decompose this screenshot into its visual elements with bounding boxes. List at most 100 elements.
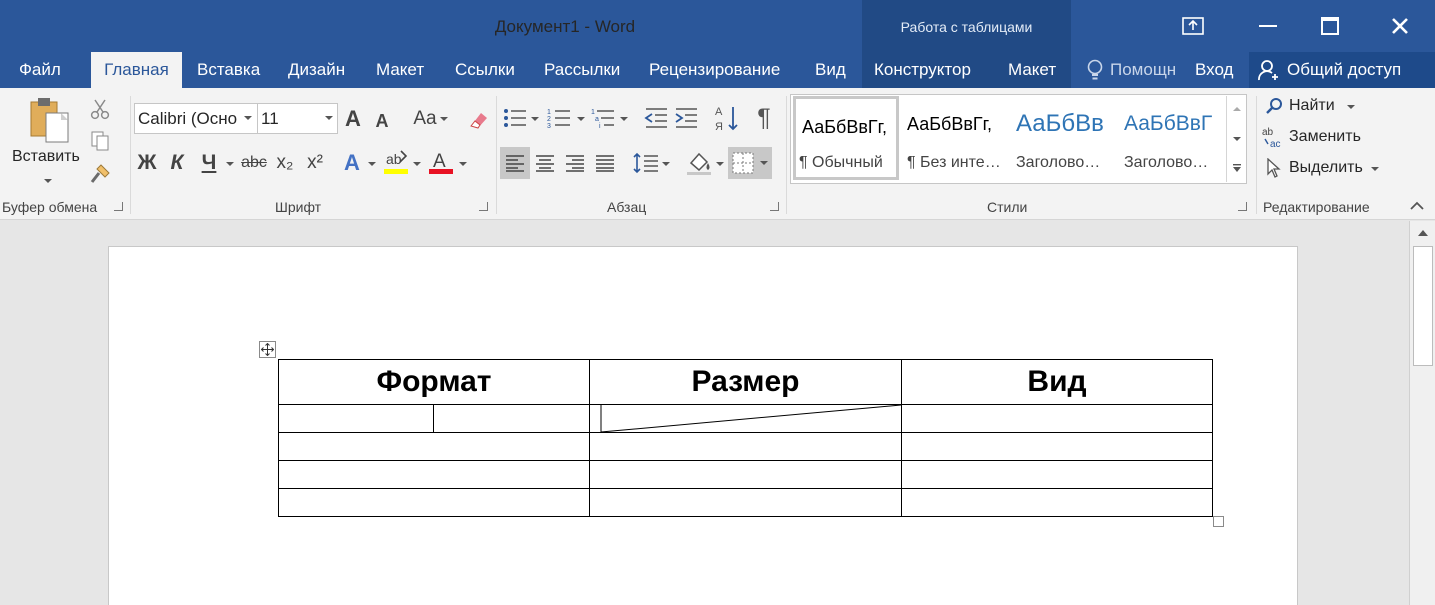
font-name-dropdown-icon[interactable] — [244, 116, 252, 120]
bullets-icon[interactable] — [502, 105, 528, 131]
highlight-dropdown-icon[interactable] — [413, 162, 421, 166]
table-cell[interactable] — [278, 404, 434, 433]
subscript-button[interactable]: x₂ — [272, 150, 298, 176]
text-effects-dropdown-icon[interactable] — [368, 162, 376, 166]
table-cell[interactable] — [901, 488, 1213, 517]
align-center-icon[interactable] — [532, 148, 558, 178]
font-name-box[interactable]: Calibri (Осно — [134, 103, 258, 134]
sort-icon[interactable]: АЯ — [715, 104, 739, 132]
table-resize-handle[interactable] — [1213, 516, 1224, 527]
bold-button[interactable]: Ж — [136, 150, 158, 176]
change-case-dropdown-icon[interactable] — [440, 117, 448, 121]
gallery-up-icon[interactable] — [1230, 102, 1244, 116]
highlight-icon[interactable]: ab — [383, 149, 409, 175]
paragraph-dialog-launcher[interactable] — [770, 202, 779, 211]
tab-review[interactable]: Рецензирование — [649, 52, 780, 88]
table-cell[interactable] — [589, 432, 902, 461]
gallery-more-icon[interactable] — [1230, 160, 1244, 176]
underline-dropdown-icon[interactable] — [226, 162, 234, 166]
tab-design[interactable]: Дизайн — [288, 52, 345, 88]
tell-me-search[interactable]: Помощн — [1087, 52, 1176, 88]
select-icon[interactable] — [1264, 157, 1284, 179]
text-effects-icon[interactable]: A — [340, 150, 364, 175]
select-dropdown-icon[interactable] — [1371, 167, 1379, 171]
tab-mailings[interactable]: Рассылки — [544, 52, 620, 88]
borders-button[interactable] — [728, 147, 772, 179]
replace-icon[interactable]: ab ac — [1262, 125, 1286, 149]
style-heading-2[interactable]: АаБбВвГ Заголово… — [1118, 96, 1224, 180]
style-heading-1[interactable]: АаБбВв Заголово… — [1010, 96, 1116, 180]
table-cell[interactable] — [901, 404, 1213, 433]
document-table[interactable]: Формат Размер Вид — [278, 359, 1213, 517]
table-cell[interactable] — [278, 488, 590, 517]
decrease-indent-icon[interactable] — [643, 105, 669, 131]
cut-icon[interactable] — [88, 97, 112, 121]
font-dialog-launcher[interactable] — [479, 202, 488, 211]
strikethrough-button[interactable]: abc — [240, 150, 268, 176]
italic-button[interactable]: К — [166, 150, 188, 176]
show-formatting-marks-icon[interactable]: ¶ — [752, 104, 776, 132]
align-right-icon[interactable] — [562, 148, 588, 178]
scrollbar-thumb[interactable] — [1413, 246, 1433, 366]
collapse-ribbon-icon[interactable] — [1408, 198, 1426, 214]
numbering-dropdown-icon[interactable] — [577, 117, 585, 121]
font-size-dropdown-icon[interactable] — [325, 116, 333, 120]
numbering-icon[interactable]: 123 — [546, 105, 572, 131]
tab-home[interactable]: Главная — [91, 52, 182, 88]
style-no-spacing[interactable]: АаБбВвГг, ¶ Без инте… — [901, 96, 1007, 180]
clear-formatting-icon[interactable] — [464, 108, 490, 132]
paste-dropdown-icon[interactable] — [44, 179, 52, 183]
change-case-button[interactable]: Aa — [410, 107, 440, 131]
table-cell[interactable] — [901, 432, 1213, 461]
line-spacing-icon[interactable] — [632, 148, 660, 178]
tab-layout[interactable]: Макет — [376, 52, 424, 88]
style-normal[interactable]: АаБбВвГг, ¶ Обычный — [793, 96, 899, 180]
ribbon-display-options-icon[interactable] — [1162, 0, 1224, 52]
minimize-icon[interactable] — [1237, 0, 1299, 52]
multilevel-list-dropdown-icon[interactable] — [620, 117, 628, 121]
table-cell[interactable] — [433, 404, 590, 433]
styles-dialog-launcher[interactable] — [1238, 202, 1247, 211]
bullets-dropdown-icon[interactable] — [531, 117, 539, 121]
table-cell[interactable] — [589, 460, 902, 489]
tab-insert[interactable]: Вставка — [197, 52, 260, 88]
grow-font-icon[interactable]: A — [342, 106, 364, 132]
vertical-scrollbar[interactable] — [1409, 221, 1435, 605]
justify-icon[interactable] — [592, 148, 618, 178]
clipboard-dialog-launcher[interactable] — [114, 202, 123, 211]
close-icon[interactable] — [1369, 0, 1431, 52]
table-cell[interactable] — [589, 488, 902, 517]
superscript-button[interactable]: x² — [302, 150, 328, 176]
sign-in-link[interactable]: Вход — [1195, 52, 1233, 88]
table-cell[interactable] — [278, 432, 590, 461]
styles-gallery-scroll[interactable] — [1226, 96, 1246, 182]
format-painter-icon[interactable] — [88, 162, 112, 186]
find-icon[interactable] — [1264, 96, 1284, 116]
scroll-up-icon[interactable] — [1410, 221, 1435, 245]
font-color-dropdown-icon[interactable] — [459, 162, 467, 166]
underline-button[interactable]: Ч — [198, 150, 220, 176]
gallery-down-icon[interactable] — [1230, 132, 1244, 146]
shading-dropdown-icon[interactable] — [716, 162, 724, 166]
table-header-cell[interactable]: Формат — [278, 359, 590, 405]
select-button[interactable]: Выделить — [1289, 159, 1363, 177]
borders-dropdown-icon[interactable] — [760, 161, 768, 165]
multilevel-list-icon[interactable]: 1ai — [590, 105, 616, 131]
copy-icon[interactable] — [88, 129, 112, 153]
tab-references[interactable]: Ссылки — [455, 52, 515, 88]
tab-table-layout[interactable]: Макет — [1008, 52, 1056, 88]
tab-table-design[interactable]: Конструктор — [874, 52, 971, 88]
line-spacing-dropdown-icon[interactable] — [662, 162, 670, 166]
replace-button[interactable]: Заменить — [1289, 128, 1361, 146]
tab-view[interactable]: Вид — [815, 52, 846, 88]
find-button[interactable]: Найти — [1289, 97, 1335, 115]
table-cell[interactable] — [901, 460, 1213, 489]
paste-label[interactable]: Вставить — [12, 148, 80, 166]
find-dropdown-icon[interactable] — [1347, 105, 1355, 109]
table-cell-diagonal[interactable] — [589, 404, 902, 433]
paste-icon[interactable] — [26, 96, 72, 144]
table-header-cell[interactable]: Вид — [901, 359, 1213, 405]
maximize-icon[interactable] — [1299, 0, 1361, 52]
increase-indent-icon[interactable] — [673, 105, 699, 131]
table-cell[interactable] — [278, 460, 590, 489]
